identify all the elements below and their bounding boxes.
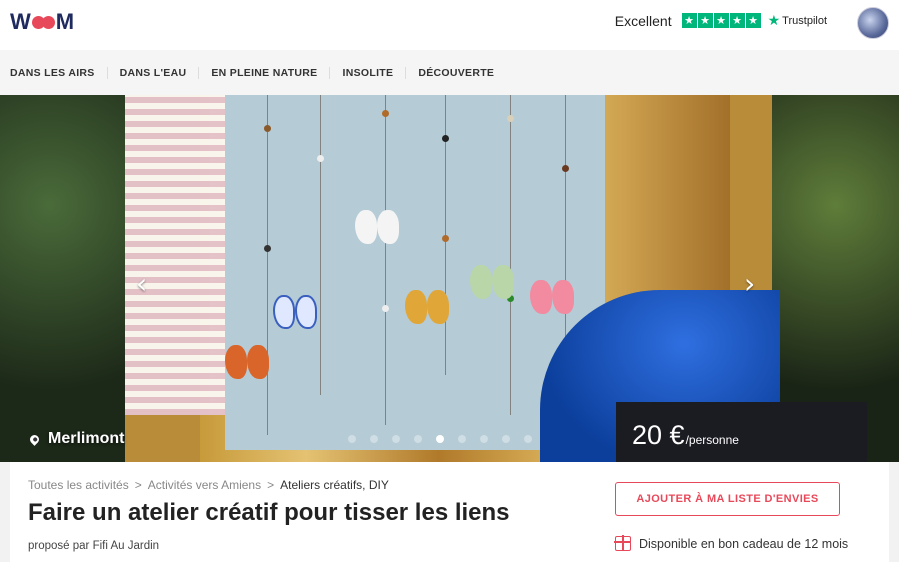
nav-item-dans-l-eau[interactable]: DANS L'EAU (106, 66, 199, 79)
add-to-wishlist-button[interactable]: AJOUTER À MA LISTE D'ENVIES (615, 482, 840, 516)
breadcrumb-separator: > (267, 478, 275, 492)
price-unit: /personne (685, 433, 739, 447)
price-box: 20 € /personne (616, 402, 867, 462)
carousel-dot[interactable] (502, 435, 510, 443)
carousel-dot[interactable] (414, 435, 422, 443)
nav-item-insolite[interactable]: INSOLITE (329, 66, 405, 79)
breadcrumb-item-current[interactable]: Ateliers créatifs, DIY (280, 478, 389, 492)
butterfly-pink-icon (530, 280, 574, 314)
trust-rating-label: Excellent (614, 12, 672, 29)
price-amount: 20 € (632, 420, 685, 450)
nav-item-en-pleine-nature[interactable]: EN PLEINE NATURE (198, 66, 329, 79)
activity-byline: proposé par Fifi Au Jardin (28, 540, 160, 552)
breadcrumb-separator: > (134, 478, 142, 492)
carousel-dot-active[interactable] (436, 435, 444, 443)
gift-voucher-info: Disponible en bon cadeau de 12 mois (614, 535, 849, 551)
carousel-dot[interactable] (392, 435, 400, 443)
trustpilot-widget[interactable]: Excellent ★ ★ ★ ★ ★ ★ Trustpilot (615, 12, 827, 29)
butterfly-gold-icon (405, 290, 449, 324)
trustpilot-logo: ★ Trustpilot (768, 12, 827, 29)
location-label: Merlimont (28, 430, 125, 448)
location-pin-icon (28, 432, 41, 446)
carousel-dot[interactable] (370, 435, 378, 443)
butterfly-blue-icon (273, 295, 317, 329)
pink-fabric (125, 95, 225, 415)
carousel-dot[interactable] (458, 435, 466, 443)
logo-hearts-icon (31, 15, 55, 29)
trustpilot-brand: Trustpilot (782, 14, 827, 27)
carousel-prev-icon[interactable]: ‹ (136, 267, 147, 300)
butterfly-orange-icon (225, 345, 269, 379)
carousel-dot[interactable] (348, 435, 356, 443)
breadcrumb-item-all-activities[interactable]: Toutes les activités (28, 478, 129, 492)
hero-background-left (0, 95, 125, 462)
category-nav: DANS LES AIRS DANS L'EAU EN PLEINE NATUR… (0, 50, 899, 95)
trust-stars-icon: ★ ★ ★ ★ ★ (681, 13, 762, 28)
breadcrumb: Toutes les activités > Activités vers Am… (28, 478, 389, 492)
site-header: W M Excellent ★ ★ ★ ★ ★ ★ Trustpilot (0, 0, 899, 46)
user-avatar[interactable] (857, 7, 889, 39)
nav-item-decouverte[interactable]: DÉCOUVERTE (405, 66, 506, 79)
carousel-dot[interactable] (524, 435, 532, 443)
location-name: Merlimont (48, 430, 125, 447)
breadcrumb-item-amiens[interactable]: Activités vers Amiens (148, 478, 261, 492)
hero-carousel: ‹ › Merlimont 20 € /personne (0, 95, 899, 462)
butterfly-white-icon (355, 210, 399, 244)
carousel-next-icon[interactable]: › (744, 267, 755, 300)
nav-item-dans-les-airs[interactable]: DANS LES AIRS (10, 67, 107, 79)
butterfly-green-icon (470, 265, 514, 299)
gift-voucher-text: Disponible en bon cadeau de 12 mois (639, 536, 849, 551)
gift-icon (614, 535, 631, 551)
activity-title: Faire un atelier créatif pour tisser les… (28, 499, 510, 526)
trustpilot-star-icon: ★ (767, 12, 781, 28)
carousel-dots (348, 435, 546, 443)
logo[interactable]: W M (10, 7, 74, 37)
carousel-dot[interactable] (480, 435, 488, 443)
